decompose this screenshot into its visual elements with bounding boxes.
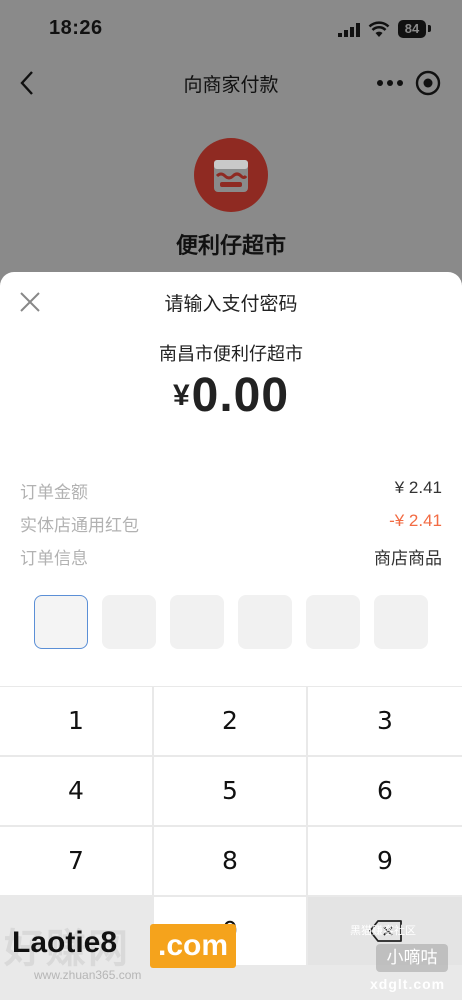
key-7[interactable]: 7	[0, 827, 152, 895]
status-bar: 18:26 84	[0, 0, 462, 60]
pin-digit-box[interactable]	[374, 595, 428, 649]
battery-tip	[428, 25, 431, 32]
detail-value: 商店商品	[374, 549, 442, 568]
pin-digit-box[interactable]	[238, 595, 292, 649]
battery-indicator: 84	[398, 20, 426, 38]
key-4[interactable]: 4	[0, 757, 152, 825]
merchant-header: 便利仔超市	[0, 106, 462, 286]
key-5[interactable]: 5	[154, 757, 306, 825]
watermark-laotie8: 好赚网 Laotie8 .com www.zhuan365.com	[4, 916, 254, 982]
watermark-xdg-url: xdglt.com	[370, 976, 446, 992]
close-miniprogram-icon[interactable]	[414, 69, 442, 97]
red-packet-row: 实体店通用红包 -¥ 2.41	[20, 511, 442, 537]
payment-password-sheet: 请输入支付密码 南昌市便利仔超市 ¥0.00 订单金额 ¥ 2.41 实体店通用…	[0, 272, 462, 1000]
status-time: 18:26	[49, 17, 103, 39]
watermark-com: .com	[150, 924, 237, 968]
detail-label: 实体店通用红包	[20, 516, 139, 535]
pin-digit-box[interactable]	[170, 595, 224, 649]
store-logo-icon	[194, 138, 268, 212]
amount-value: 0.00	[191, 369, 290, 422]
amount-currency: ¥	[172, 379, 190, 412]
payee-name: 南昌市便利仔超市	[159, 344, 303, 364]
detail-label: 订单金额	[20, 483, 88, 502]
detail-label: 订单信息	[20, 549, 88, 568]
wifi-icon	[368, 21, 390, 37]
key-6[interactable]: 6	[308, 757, 462, 825]
key-3[interactable]: 3	[308, 687, 462, 755]
pin-digit-box[interactable]	[34, 595, 88, 649]
nav-bar: 向商家付款	[0, 60, 462, 106]
detail-value: ¥ 2.41	[394, 478, 442, 497]
watermark-brand: Laotie8	[12, 926, 118, 959]
payment-amount: ¥0.00	[0, 368, 462, 423]
sheet-title: 请输入支付密码	[164, 294, 298, 315]
merchant-name: 便利仔超市	[175, 233, 286, 258]
order-amount-row: 订单金额 ¥ 2.41	[20, 478, 442, 504]
pin-digit-box[interactable]	[306, 595, 360, 649]
key-2[interactable]: 2	[154, 687, 306, 755]
key-1[interactable]: 1	[0, 687, 152, 755]
key-8[interactable]: 8	[154, 827, 306, 895]
order-info-row: 订单信息 商店商品	[20, 544, 442, 570]
watermark-xdg: 小嘀咕	[376, 944, 448, 972]
cellular-signal-icon	[338, 23, 360, 37]
key-9[interactable]: 9	[308, 827, 462, 895]
watermark-url: www.zhuan365.com	[34, 968, 142, 982]
pin-digit-box[interactable]	[102, 595, 156, 649]
more-options-icon[interactable]	[376, 78, 404, 88]
discount-value: -¥ 2.41	[389, 511, 442, 530]
watermark-community: 黑猫赚客社区	[350, 925, 416, 937]
